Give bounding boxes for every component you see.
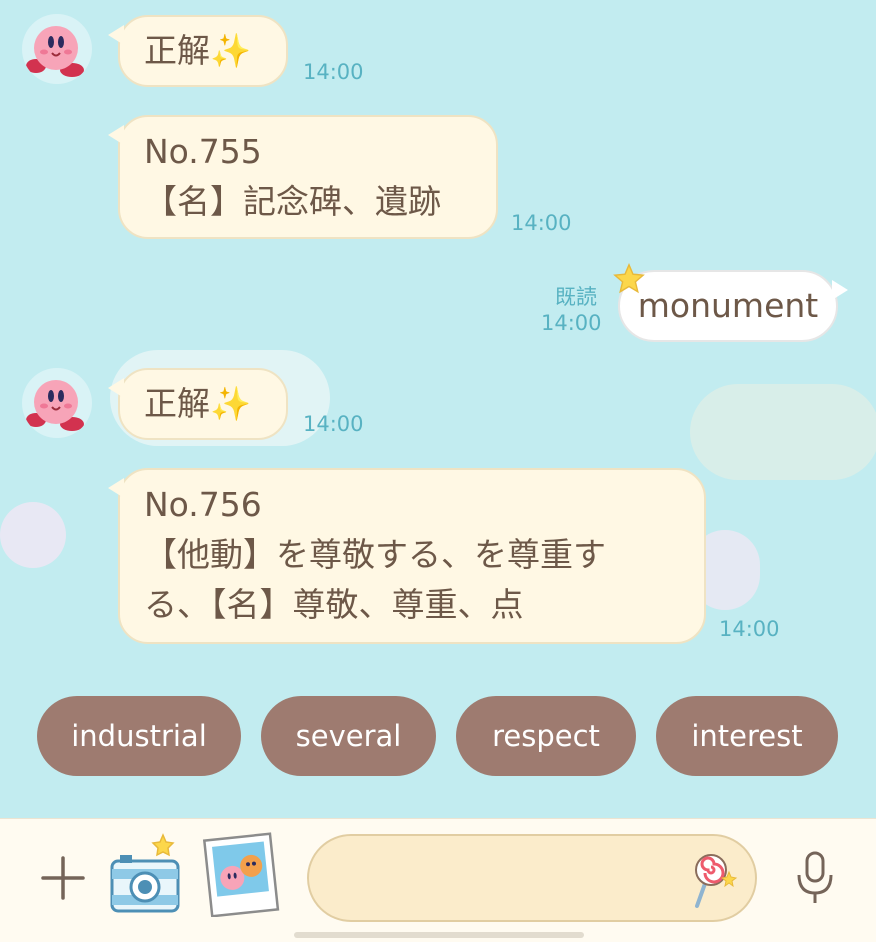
kirby-avatar-icon[interactable] [22, 14, 92, 84]
photo-album-icon[interactable] [202, 831, 280, 918]
message-text: No.755 [144, 132, 262, 171]
message-text: 正解✨ [144, 384, 252, 423]
cloud-decoration [0, 502, 66, 568]
camera-icon[interactable] [108, 831, 182, 917]
timestamp: 14:00 [511, 211, 572, 235]
quick-reply-respect[interactable]: respect [456, 696, 636, 776]
bubble-tail [108, 125, 124, 145]
message-text: る、【名】尊敬、尊重、点 [144, 585, 524, 624]
read-receipt: 既読 [555, 285, 597, 309]
message-text: 正解✨ [144, 31, 252, 70]
message-text: 【他動】を尊敬する、を尊重す [144, 535, 606, 574]
message-bubble[interactable]: No.756 【他動】を尊敬する、を尊重す る、【名】尊敬、尊重、点 [108, 468, 706, 644]
timestamp: 14:00 [303, 60, 364, 84]
bubble-tail [108, 378, 124, 398]
timestamp: 14:00 [719, 617, 780, 641]
quick-reply-several[interactable]: several [261, 696, 436, 776]
timestamp: 14:00 [303, 412, 364, 436]
lollipop-sticker-icon[interactable] [689, 850, 739, 910]
bubble-tail [108, 478, 124, 498]
star-icon [612, 262, 646, 300]
message-bubble[interactable]: 正解✨ [108, 368, 288, 440]
quick-reply-interest[interactable]: interest [656, 696, 838, 776]
kirby-avatar-icon[interactable] [22, 368, 92, 438]
message-input[interactable] [307, 834, 757, 922]
quick-reply-industrial[interactable]: industrial [37, 696, 241, 776]
timestamp: 14:00 [541, 311, 602, 335]
cloud-decoration [690, 384, 876, 480]
message-text: monument [637, 286, 819, 325]
message-bubble[interactable]: 正解✨ [108, 15, 288, 87]
message-text: 【名】記念碑、遺跡 [144, 182, 441, 221]
home-indicator [294, 932, 584, 938]
sent-message-bubble[interactable]: monument [618, 270, 848, 342]
bubble-tail [108, 25, 124, 45]
input-bar [0, 818, 876, 942]
message-bubble[interactable]: No.755 【名】記念碑、遺跡 [108, 115, 498, 239]
bubble-tail [832, 280, 848, 300]
microphone-icon[interactable] [790, 849, 840, 909]
plus-icon[interactable] [38, 853, 88, 903]
message-text: No.756 [144, 485, 262, 524]
